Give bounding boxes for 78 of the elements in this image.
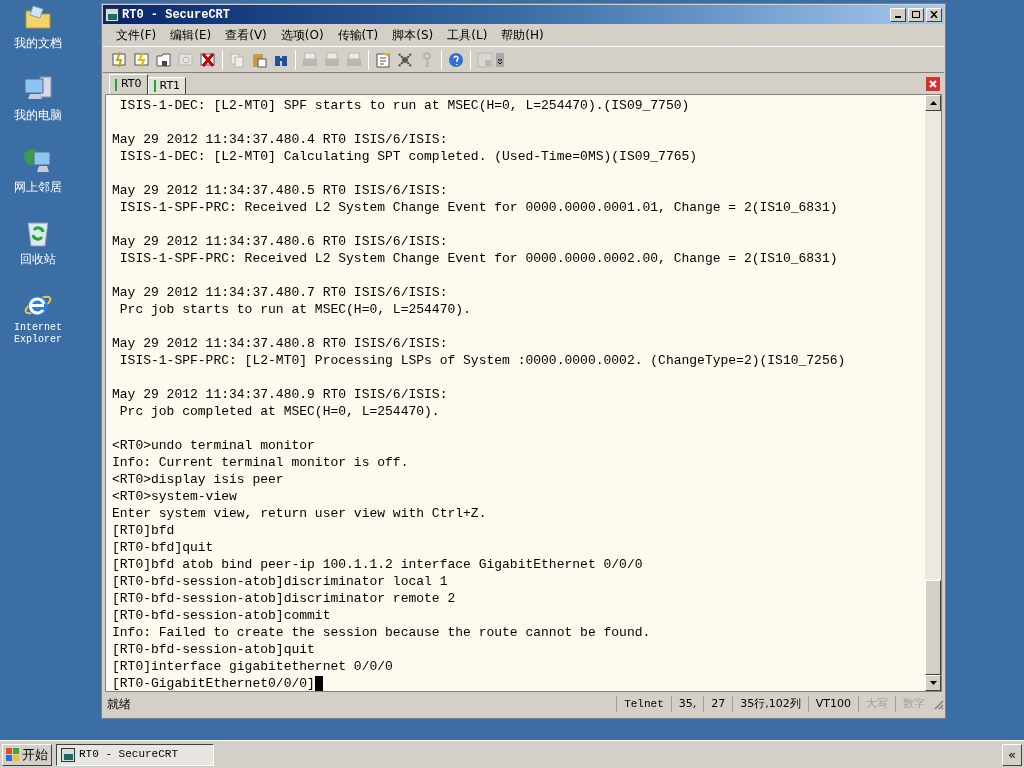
menu-item[interactable]: 查看(V): [218, 26, 274, 44]
terminal-line: May 29 2012 11:34:37.480.9 RT0 ISIS/6/ISIS:: [112, 386, 448, 403]
app-icon: [61, 747, 75, 762]
terminal-line: Prc job completed at MSEC(H=0, L=254470).: [118, 403, 440, 420]
status-pane: 35,: [670, 695, 704, 713]
desktop-icon-label[interactable]: 我的文档: [14, 34, 62, 52]
minimize-button[interactable]: [890, 7, 906, 22]
session-tab[interactable]: RT1: [147, 77, 187, 94]
text-cursor: [314, 676, 323, 691]
terminal-line: Prc job starts to run at MSEC(H=0, L=254470).: [118, 301, 471, 318]
terminal-line: [RT0]bfd: [112, 522, 175, 539]
app-icon: [105, 7, 119, 22]
connection-indicator-icon: [115, 78, 117, 91]
terminal-line: May 29 2012 11:34:37.480.8 RT0 ISIS/6/ISIS:: [112, 335, 448, 352]
scroll-thumb[interactable]: [925, 580, 941, 675]
taskbar-button[interactable]: RT0 - SecureCRT: [56, 743, 214, 766]
terminal-line: [RT0-bfd]quit: [112, 539, 214, 556]
menu-item[interactable]: 文件(F): [109, 26, 164, 44]
terminal-line: May 29 2012 11:34:37.480.6 RT0 ISIS/6/ISIS:: [112, 233, 448, 250]
up-arrow-icon: [929, 101, 937, 105]
close-button[interactable]: [926, 7, 942, 22]
terminal-line: ISIS-1-SPF-PRC: Received L2 System Change Event for 0000.0000.0001.01, Change = 2(IS10_6831): [118, 199, 838, 216]
terminal-line: Info: Current terminal monitor is off.: [112, 454, 409, 471]
window-title: RT0 - SecureCRT: [122, 6, 231, 24]
x-icon[interactable]: [199, 50, 217, 69]
windows-logo-icon: [6, 747, 20, 762]
menu-item[interactable]: 工具(L): [440, 26, 495, 44]
desktop-icon-label[interactable]: Internet Explorer: [8, 322, 68, 346]
terminal-line: ISIS-1-SPF-PRC: [L2-MT0] Processing LSPs of System :0000.0000.0002. (ChangeType=2)(IS10_7256): [118, 352, 846, 369]
terminal-line: ISIS-1-DEC: [L2-MT0] Calculating SPT completed. (Used-Time=0MS)(IS09_7765): [118, 148, 698, 165]
status-pane: VT100: [807, 695, 858, 713]
session-tab[interactable]: RT0: [109, 74, 148, 94]
status-pane: Telnet: [616, 695, 671, 713]
maximize-button[interactable]: [908, 7, 924, 22]
close-tab-icon[interactable]: [926, 77, 940, 91]
status-pane: 35行,102列: [732, 695, 808, 713]
start-button[interactable]: 开始: [2, 743, 52, 766]
terminal-line: [RT0-bfd-session-atob]quit: [112, 641, 315, 658]
terminal-line: May 29 2012 11:34:37.480.5 RT0 ISIS/6/ISIS:: [112, 182, 448, 199]
desktop-icon-label[interactable]: 网上邻居: [14, 178, 62, 196]
terminal-line: May 29 2012 11:34:37.480.4 RT0 ISIS/6/ISIS:: [112, 131, 448, 148]
menu-item[interactable]: 传输(T): [330, 26, 386, 44]
expand-tray-button[interactable]: «: [1002, 743, 1022, 766]
terminal-line: <RT0>system-view: [112, 488, 237, 505]
folder-icon: [23, 2, 53, 32]
computer-lightning-icon[interactable]: [111, 50, 129, 69]
terminal-line: May 29 2012 11:34:37.480.7 RT0 ISIS/6/ISIS:: [112, 284, 448, 301]
terminal-line: ISIS-1-SPF-PRC: Received L2 System Change Event for 0000.0000.0002.00, Change = 2(IS10_6831): [118, 250, 838, 267]
menu-item[interactable]: 选项(O): [273, 26, 331, 44]
terminal-line: [RT0]bfd atob bind peer-ip 100.1.1.2 interface GigabitEthernet 0/0/0: [112, 556, 643, 573]
help-icon[interactable]: [447, 50, 465, 69]
status-message: 就绪: [107, 696, 131, 713]
terminal-line: [RT0]interface gigabitethernet 0/0/0: [112, 658, 393, 675]
terminal-line: Enter system view, return user view with Ctrl+Z.: [112, 505, 487, 522]
desktop-icon-label[interactable]: 回收站: [20, 250, 56, 268]
terminal-line: [RT0-bfd-session-atob]discriminator remote 2: [112, 590, 456, 607]
terminal-line: [RT0-GigabitEthernet0/0/0]: [112, 675, 315, 691]
connection-indicator-icon: [153, 80, 156, 92]
close-icon: [930, 11, 938, 18]
down-arrow-icon: [929, 681, 937, 685]
menu-item[interactable]: 帮助(H): [494, 26, 551, 44]
vertical-scrollbar[interactable]: [925, 95, 941, 691]
status-pane: 27: [703, 695, 733, 713]
terminal-line: <RT0>display isis peer: [112, 471, 284, 488]
maximize-icon: [912, 11, 920, 18]
document-icon[interactable]: [374, 50, 392, 69]
overflow-icon[interactable]: [496, 52, 504, 67]
terminal-line: Info: Failed to create the session because the route cannot be found.: [112, 624, 651, 641]
scroll-down-button[interactable]: [925, 675, 941, 691]
resize-grip-icon[interactable]: [932, 698, 944, 710]
scroll-up-button[interactable]: [925, 95, 941, 111]
terminal-line: [RT0-bfd-session-atob]commit: [112, 607, 331, 624]
desktop-icon-label[interactable]: 我的电脑: [14, 106, 62, 124]
terminal-line: ISIS-1-DEC: [L2-MT0] SPF starts to run at MSEC(H=0, L=254470).(IS09_7750): [118, 97, 690, 114]
terminal-line: [RT0-bfd-session-atob]discriminator local 1: [112, 573, 448, 590]
menu-item[interactable]: 编辑(E): [163, 26, 219, 44]
menu-item[interactable]: 脚本(S): [385, 26, 441, 44]
terminal-line: <RT0>undo terminal monitor: [112, 437, 315, 454]
